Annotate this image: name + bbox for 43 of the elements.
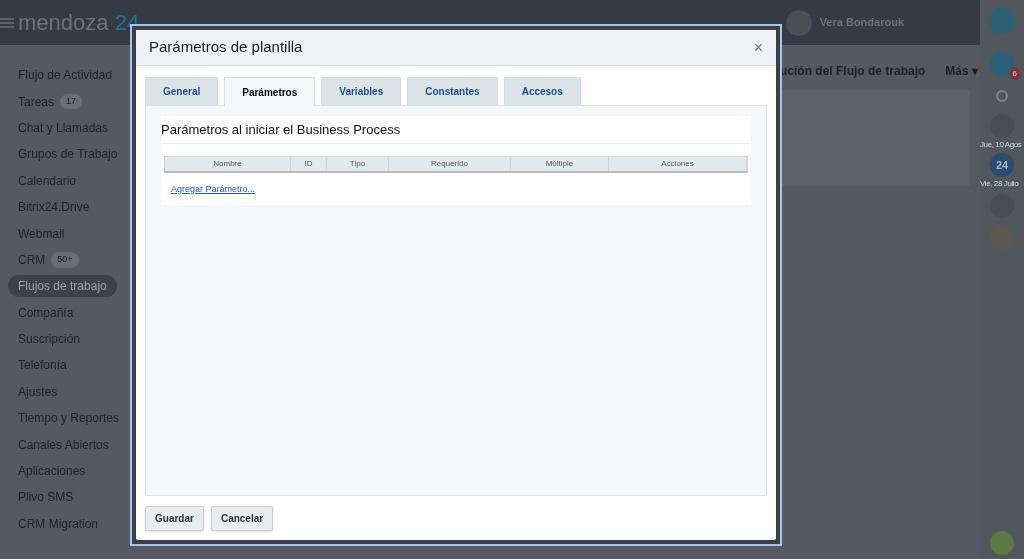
tab[interactable]: Constantes — [407, 77, 498, 105]
tab[interactable]: General — [145, 77, 219, 105]
tab[interactable]: Parámetros — [224, 77, 316, 106]
section-title: Parámetros al iniciar el Business Process — [161, 120, 401, 139]
sidebar-item[interactable]: Flujo de Actividad — [8, 64, 123, 87]
column-header: Múltiple — [511, 157, 609, 171]
sidebar-item[interactable]: Bitrix24.Drive — [8, 196, 100, 219]
date-label: Vie, 28 Julio — [980, 178, 1019, 190]
column-header: Acciones — [609, 157, 747, 171]
count-badge: 17 — [60, 93, 83, 110]
sidebar-item[interactable]: Telefonía — [8, 354, 77, 377]
sidebar-item[interactable]: CRM Migration — [8, 512, 108, 535]
tab[interactable]: Accesos — [503, 77, 581, 105]
sidebar-item[interactable]: Webmail — [8, 222, 75, 245]
add-parameter-link[interactable]: Agregar Parámetro... — [171, 183, 256, 197]
tab[interactable]: Variables — [321, 77, 402, 105]
dialog-title: Parámetros de plantilla — [149, 37, 303, 58]
column-header: ID — [291, 157, 327, 171]
cancel-button[interactable]: Cancelar — [210, 505, 274, 531]
sidebar-item[interactable]: Plivo SMS — [8, 486, 84, 509]
logo-badge[interactable]: 24 — [990, 153, 1014, 177]
sidebar-item[interactable]: Chat y Llamadas — [8, 116, 119, 139]
nav-tab[interactable]: Más ▾ — [945, 62, 979, 80]
sidebar-item[interactable]: Flujos de trabajo — [8, 275, 117, 298]
sidebar-item[interactable]: Calendario — [8, 169, 87, 192]
menu-icon[interactable] — [0, 17, 14, 28]
sidebar-item[interactable]: Ajustes — [8, 380, 68, 403]
close-button[interactable]: × — [753, 35, 763, 60]
sidebar-item[interactable]: Aplicaciones — [8, 460, 96, 483]
sidebar-item[interactable]: Tiempo y Reportes — [8, 407, 129, 430]
user-name[interactable]: Vera Bondarouk — [819, 14, 904, 31]
sidebar-item[interactable]: Canales Abiertos — [8, 433, 119, 456]
column-header: Tipo — [327, 157, 389, 171]
sidebar-item[interactable]: Suscripción — [8, 328, 91, 351]
count-badge: 50+ — [51, 252, 79, 268]
column-header: Nombre — [165, 157, 291, 171]
column-header: Requerido — [389, 157, 511, 171]
date-label: Jue, 10 Agos — [980, 139, 1022, 151]
notification-badge: 6 — [1009, 68, 1020, 80]
save-button[interactable]: Guardar — [145, 505, 204, 531]
sidebar-item[interactable]: Compañía — [8, 301, 84, 324]
search-icon[interactable] — [996, 90, 1008, 102]
sidebar-item[interactable]: Grupos de Trabajo — [8, 143, 128, 166]
